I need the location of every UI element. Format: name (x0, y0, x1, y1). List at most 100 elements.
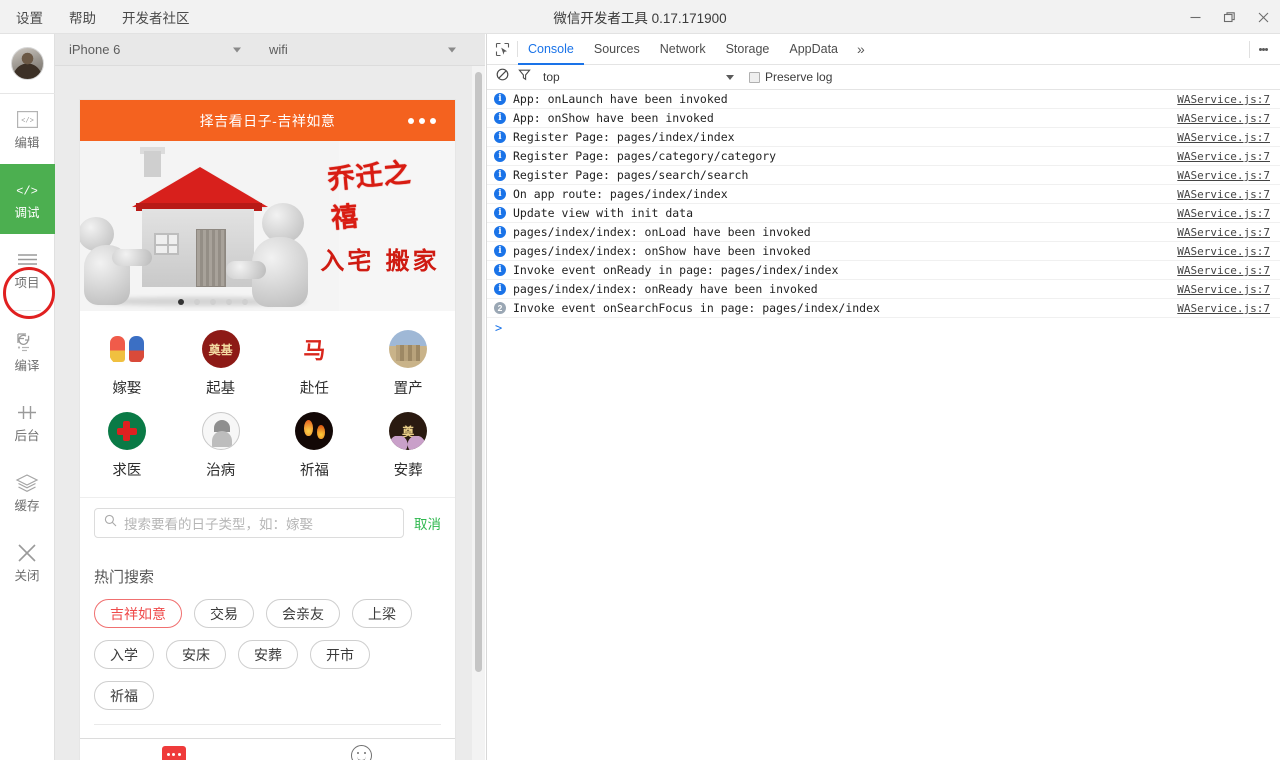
sidebar-item-edit[interactable]: </> 编辑 (0, 94, 55, 164)
devtools-pane: Console Sources Network Storage AppData … (486, 34, 1280, 760)
inspect-cursor-icon[interactable] (487, 34, 517, 64)
search-input[interactable]: 搜索要看的日子类型，如：嫁娶 (94, 508, 404, 538)
sidebar-divider (13, 310, 41, 311)
close-button[interactable] (1246, 0, 1280, 34)
info-icon: i (494, 112, 506, 124)
chevron-down-icon (726, 74, 734, 80)
grid-item-label: 嫁娶 (112, 381, 142, 397)
svg-text:</>: </> (21, 118, 34, 126)
tab-appdata[interactable]: AppData (779, 34, 848, 65)
console-log-source-link[interactable]: WAService.js:7 (1177, 112, 1270, 125)
console-log-source-link[interactable]: WAService.js:7 (1177, 131, 1270, 144)
hot-tag[interactable]: 吉祥如意 (94, 599, 182, 628)
filter-funnel-icon[interactable] (518, 68, 531, 86)
info-icon: i (494, 169, 506, 181)
grid-item-anzang[interactable]: 奠 安葬 (361, 405, 455, 487)
sidebar-item-project[interactable]: 项目 (0, 234, 55, 304)
device-select[interactable]: iPhone 6 (55, 34, 255, 65)
preserve-log-toggle[interactable]: Preserve log (749, 70, 832, 84)
menu-item-settings[interactable]: 设置 (14, 4, 45, 30)
console-log-list[interactable]: i App: onLaunch have been invoked WAServ… (487, 90, 1280, 760)
console-log-row[interactable]: 2 Invoke event onSearchFocus in page: pa… (487, 299, 1280, 318)
code-brackets-icon: </> (14, 179, 40, 201)
console-log-row[interactable]: i pages/index/index: onReady have been i… (487, 280, 1280, 299)
info-icon: i (494, 283, 506, 295)
console-log-row[interactable]: i Register Page: pages/category/category… (487, 147, 1280, 166)
hamburger-icon (17, 249, 38, 271)
search-cancel-button[interactable]: 取消 (414, 513, 441, 533)
console-context-select[interactable]: top (540, 70, 740, 84)
tab-network[interactable]: Network (650, 34, 716, 65)
clear-console-icon[interactable] (496, 68, 509, 86)
console-log-row[interactable]: i App: onShow have been invoked WAServic… (487, 109, 1280, 128)
grid-item-zhichan[interactable]: 置产 (361, 323, 455, 405)
avatar-container[interactable] (0, 34, 55, 94)
sidebar-item-compile[interactable]: 编译 (0, 317, 55, 387)
tab-storage[interactable]: Storage (716, 34, 780, 65)
console-log-text: Register Page: pages/search/search (513, 168, 749, 182)
menu-item-help[interactable]: 帮助 (67, 4, 98, 30)
hot-tag[interactable]: 开市 (310, 640, 370, 669)
console-log-row[interactable]: i Register Page: pages/search/search WAS… (487, 166, 1280, 185)
sidebar-item-background[interactable]: 后台 (0, 387, 55, 457)
minimize-button[interactable] (1178, 0, 1212, 34)
hot-tag[interactable]: 祈福 (94, 681, 154, 710)
scrollbar-thumb[interactable] (475, 72, 482, 672)
hot-tag[interactable]: 交易 (194, 599, 254, 628)
grid-item-qiuyi[interactable]: 求医 (80, 405, 174, 487)
search-icon (104, 514, 117, 532)
avatar[interactable] (10, 47, 44, 80)
console-log-source-link[interactable]: WAService.js:7 (1177, 264, 1270, 277)
console-log-source-link[interactable]: WAService.js:7 (1177, 302, 1270, 315)
hot-tag[interactable]: 会亲友 (266, 599, 340, 628)
console-log-row[interactable]: i pages/index/index: onLoad have been in… (487, 223, 1280, 242)
info-icon: i (494, 188, 506, 200)
console-log-source-link[interactable]: WAService.js:7 (1177, 226, 1270, 239)
sidebar-item-debug[interactable]: </> 调试 (0, 164, 55, 234)
maximize-button[interactable] (1212, 0, 1246, 34)
console-log-source-link[interactable]: WAService.js:7 (1177, 283, 1270, 296)
network-select[interactable]: wifi (255, 34, 470, 65)
console-log-source-link[interactable]: WAService.js:7 (1177, 150, 1270, 163)
grid-item-qiji[interactable]: 奠基 起基 (174, 323, 268, 405)
hot-tag[interactable]: 安葬 (238, 640, 298, 669)
sidebar-item-cache[interactable]: 缓存 (0, 457, 55, 527)
hot-search-section: 热门搜索 吉祥如意 交易 会亲友 上梁 入学 安床 安葬 开市 祈福 (80, 550, 455, 724)
console-log-row[interactable]: i Register Page: pages/index/index WASer… (487, 128, 1280, 147)
tab-console[interactable]: Console (518, 34, 584, 65)
grid-item-furen[interactable]: 马 赴任 (268, 323, 362, 405)
hot-tag[interactable]: 安床 (166, 640, 226, 669)
console-log-source-link[interactable]: WAService.js:7 (1177, 188, 1270, 201)
grid-item-zhibing[interactable]: 治病 (174, 405, 268, 487)
console-log-row[interactable]: i On app route: pages/index/index WAServ… (487, 185, 1280, 204)
carousel-dots[interactable] (80, 299, 345, 305)
more-tabs-button[interactable]: » (848, 34, 874, 64)
menu-item-developer-community[interactable]: 开发者社区 (120, 4, 192, 30)
console-log-source-link[interactable]: WAService.js:7 (1177, 207, 1270, 220)
console-log-source-link[interactable]: WAService.js:7 (1177, 93, 1270, 106)
banner-illustration (80, 141, 339, 311)
grid-item-label: 置产 (393, 381, 423, 397)
console-log-row[interactable]: i Update view with init data WAService.j… (487, 204, 1280, 223)
console-log-row[interactable]: i Invoke event onReady in page: pages/in… (487, 261, 1280, 280)
console-log-row[interactable]: i App: onLaunch have been invoked WAServ… (487, 90, 1280, 109)
preserve-log-checkbox[interactable] (749, 71, 760, 83)
tab-sources[interactable]: Sources (584, 34, 650, 65)
three-dots-icon[interactable] (408, 117, 436, 124)
tab-classic-category[interactable]: 经典分类 (268, 739, 456, 760)
console-log-source-link[interactable]: WAService.js:7 (1177, 169, 1270, 182)
more-vertical-icon[interactable] (1250, 34, 1276, 65)
hot-tag[interactable]: 上梁 (352, 599, 412, 628)
console-prompt[interactable]: > (487, 318, 1280, 338)
tab-home[interactable]: 首页 (80, 739, 268, 760)
grid-item-qifu[interactable]: 祈福 (268, 405, 362, 487)
sidebar-item-close[interactable]: 关闭 (0, 527, 55, 597)
grid-item-jiaqu[interactable]: 嫁娶 (80, 323, 174, 405)
console-log-row[interactable]: i pages/index/index: onShow have been in… (487, 242, 1280, 261)
console-log-source-link[interactable]: WAService.js:7 (1177, 245, 1270, 258)
hot-tag[interactable]: 入学 (94, 640, 154, 669)
banner-carousel[interactable]: 乔迁之禧 入宅 搬家 (80, 141, 455, 311)
window-controls (1178, 0, 1280, 34)
category-grid: 嫁娶 奠基 起基 马 赴任 置产 求医 治病 祈福 奠 安葬 (80, 311, 455, 497)
simulator-scrollbar[interactable] (472, 66, 485, 760)
